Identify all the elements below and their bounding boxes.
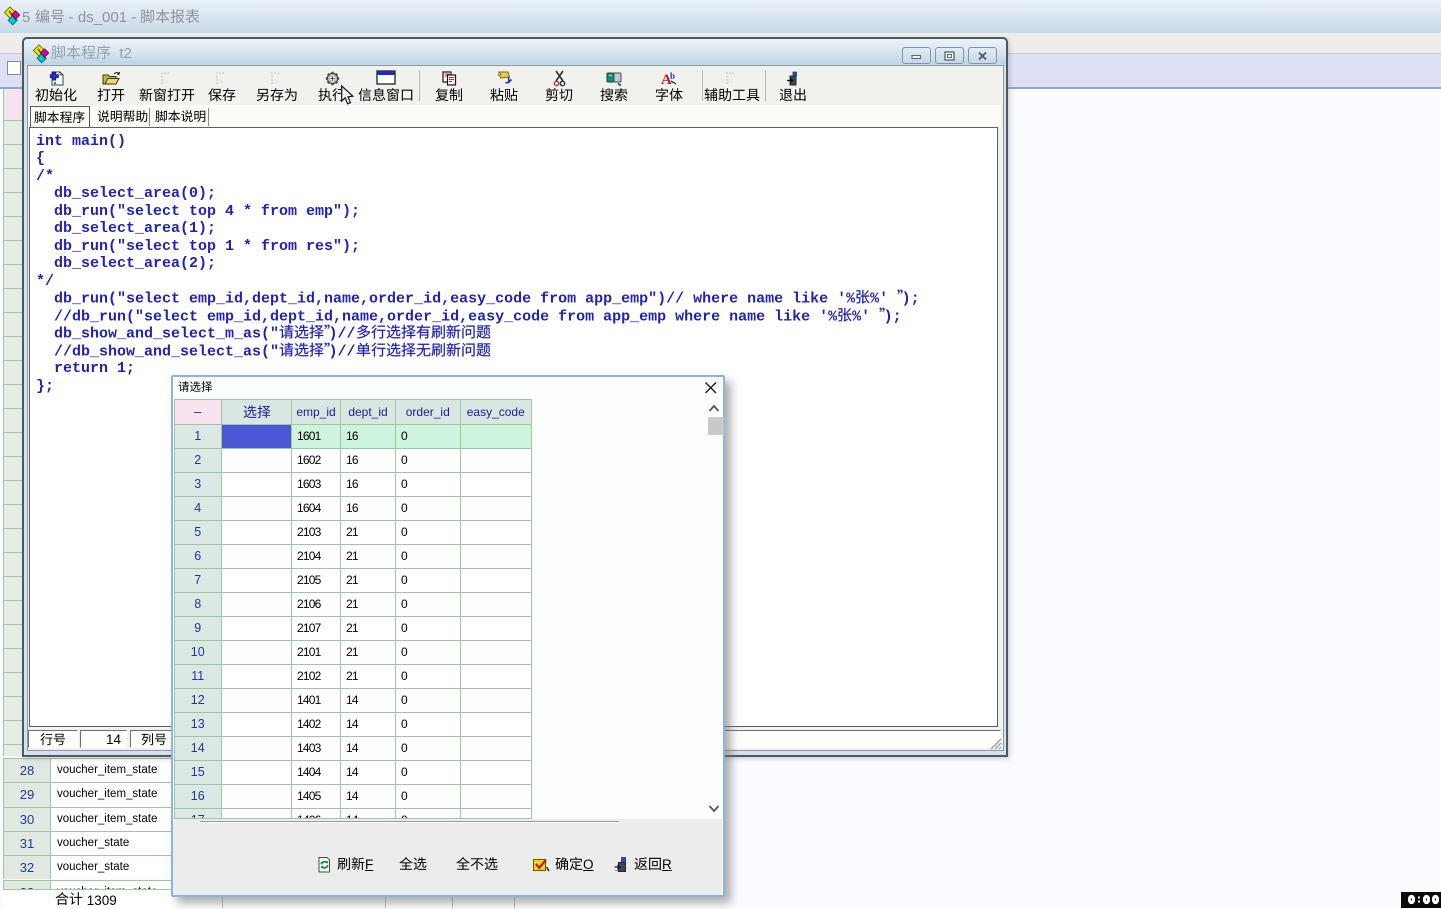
svg-text:b: b [670, 71, 675, 81]
